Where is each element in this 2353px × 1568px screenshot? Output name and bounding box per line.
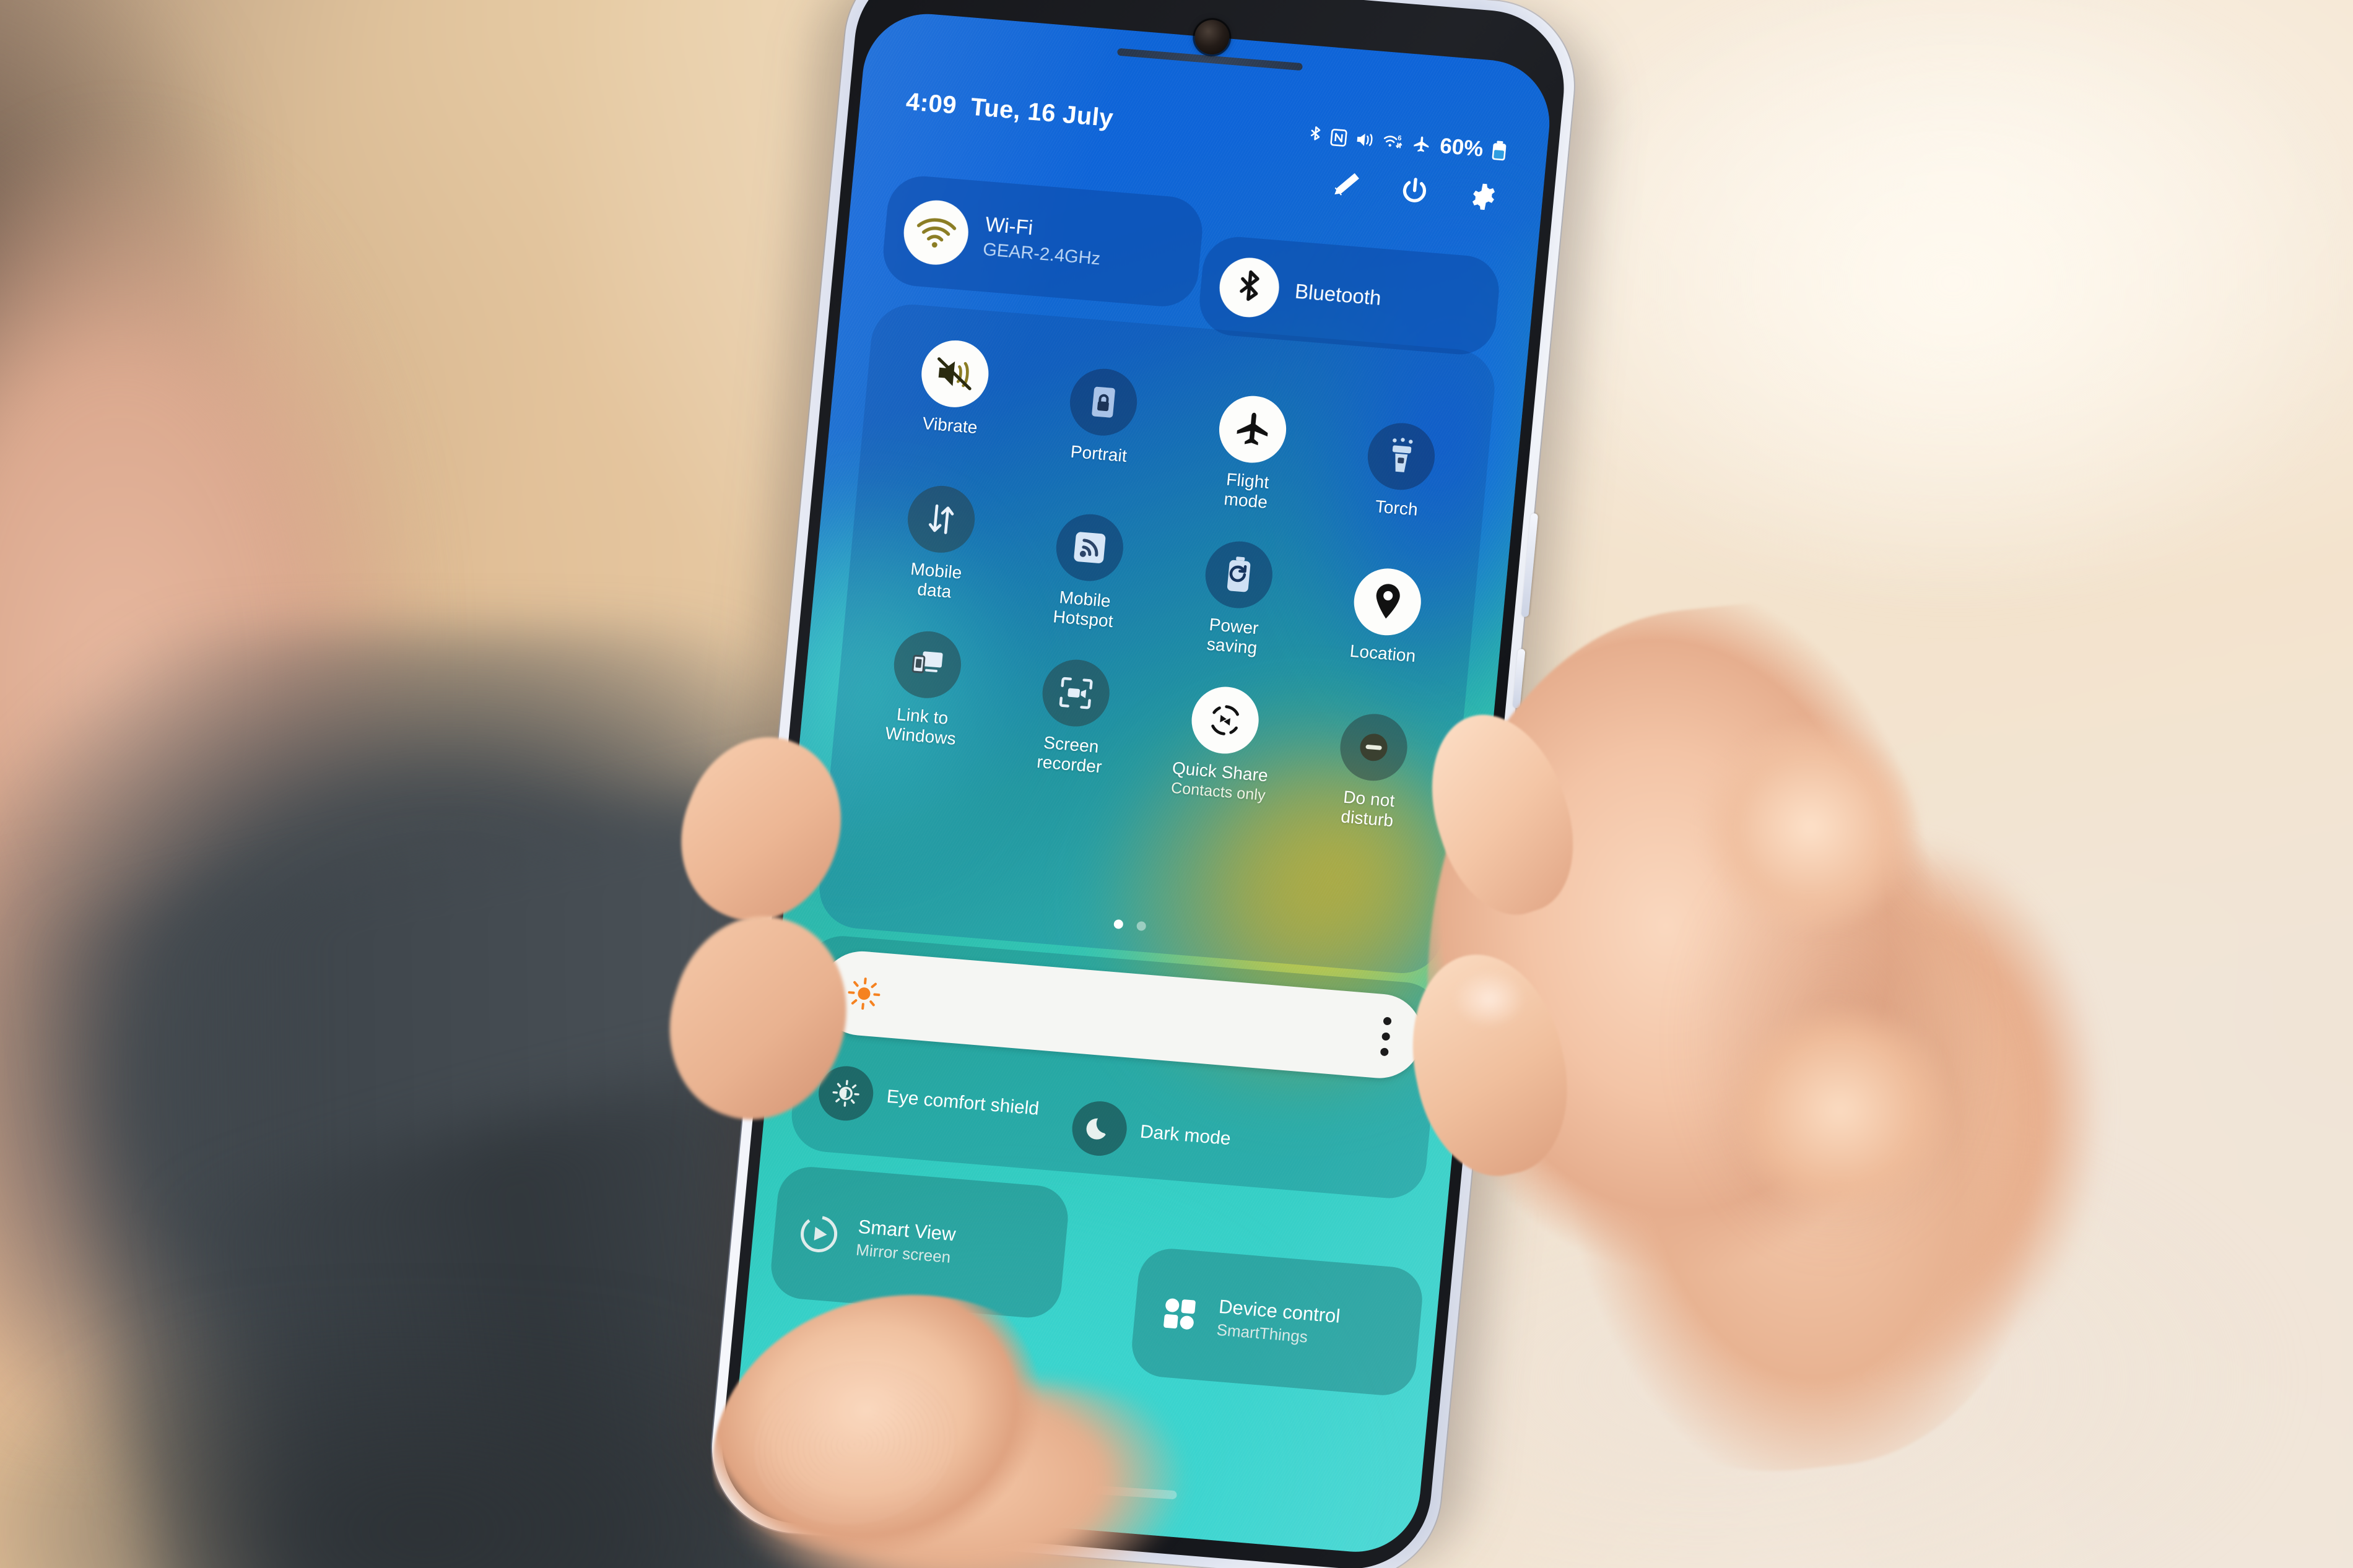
bluetooth-icon	[1217, 255, 1282, 320]
device-control-text: Device control SmartThings	[1216, 1295, 1341, 1349]
qs-label-link-to-windows: Link to Windows	[884, 704, 957, 748]
qs-tile-power-saving[interactable]: Power saving	[1157, 535, 1317, 657]
battery-icon	[1490, 139, 1508, 162]
rotation-lock-icon	[1067, 366, 1141, 438]
power-icon[interactable]	[1398, 175, 1432, 208]
wifi-tile[interactable]: Wi-Fi GEAR-2.4GHz	[880, 173, 1206, 310]
qs-label-location: Location	[1349, 641, 1417, 666]
qs-tile-flight-mode[interactable]: Flight mode	[1170, 390, 1331, 512]
qs-tile-torch[interactable]: Torch	[1320, 417, 1479, 524]
bluetooth-title: Bluetooth	[1294, 279, 1383, 310]
hotspot-icon	[1053, 511, 1127, 584]
qs-label-screen-recorder: Screen recorder	[1036, 732, 1103, 777]
status-date: Tue, 16 July	[969, 93, 1115, 132]
device-control-icon	[1154, 1289, 1206, 1340]
panel-header-actions	[1328, 169, 1500, 214]
settings-gear-icon[interactable]	[1467, 180, 1501, 214]
qs-tile-quick-share[interactable]: Quick Share Contacts only	[1142, 681, 1303, 804]
qs-tile-vibrate[interactable]: Vibrate	[869, 334, 1033, 487]
eye-comfort-icon	[816, 1063, 876, 1123]
qs-tile-mobile-data[interactable]: Mobile data	[856, 480, 1019, 633]
smart-view-card[interactable]: Smart View Mirror screen	[768, 1164, 1071, 1320]
smartphone: 4:09 Tue, 16 July 6 60% Wi-Fi GEAR-2.4GH…	[681, 0, 1606, 1568]
link-windows-icon	[890, 628, 964, 701]
dark-mode-label: Dark mode	[1139, 1121, 1232, 1150]
qs-label-portrait: Portrait	[1069, 441, 1128, 466]
moon-icon	[1069, 1099, 1129, 1158]
power-saving-icon	[1202, 539, 1276, 611]
status-bar: 4:09 Tue, 16 July 6 60%	[905, 88, 1508, 165]
wifi-tile-text: Wi-Fi GEAR-2.4GHz	[982, 213, 1104, 270]
qs-label-mobile-data: Mobile data	[910, 559, 963, 602]
airplane-icon	[1216, 393, 1289, 466]
dark-mode-toggle[interactable]: Dark mode	[1069, 1099, 1233, 1167]
eye-comfort-toggle[interactable]: Eye comfort shield	[816, 1063, 1042, 1137]
qs-tile-do-not-disturb[interactable]: Do not disturb	[1293, 708, 1452, 830]
qs-label-vibrate: Vibrate	[921, 413, 978, 438]
vibrate-icon	[1355, 130, 1377, 149]
nfc-icon	[1329, 128, 1349, 147]
status-icons: 6 60%	[1307, 123, 1508, 163]
status-time-date: 4:09 Tue, 16 July	[905, 88, 1115, 132]
mobile-data-icon	[904, 483, 978, 556]
flashlight-icon	[1365, 420, 1438, 493]
qs-tile-link-to-windows[interactable]: Link to Windows	[842, 625, 1006, 778]
battery-percent: 60%	[1438, 133, 1485, 162]
phone-screen: 4:09 Tue, 16 July 6 60% Wi-Fi GEAR-2.4GH…	[728, 9, 1555, 1557]
location-pin-icon	[1351, 566, 1424, 638]
home-gesture-bar[interactable]	[972, 1478, 1177, 1500]
wifi6-icon: 6	[1382, 132, 1405, 152]
qs-label-flight-mode: Flight mode	[1223, 469, 1270, 512]
pager-dot-2[interactable]	[1136, 920, 1147, 932]
quick-settings-panel: Vibrate Portrait Flight mode Torch Mobil…	[816, 301, 1498, 977]
qs-label-mobile-hotspot: Mobile Hotspot	[1052, 587, 1115, 631]
status-time: 4:09	[905, 88, 958, 119]
qs-tile-screen-recorder[interactable]: Screen recorder	[993, 654, 1155, 790]
quick-share-icon	[1188, 684, 1262, 756]
quick-settings-grid: Vibrate Portrait Flight mode Torch Mobil…	[816, 301, 1498, 976]
screen-recorder-icon	[1039, 657, 1113, 729]
brightness-panel: Eye comfort shield Dark mode	[788, 933, 1443, 1202]
brightness-sun-icon	[845, 975, 883, 1012]
bluetooth-icon	[1308, 124, 1323, 147]
edit-icon[interactable]	[1328, 169, 1362, 202]
pager-dot-1[interactable]	[1113, 919, 1124, 930]
quick-panel-ui: 4:09 Tue, 16 July 6 60% Wi-Fi GEAR-2.4GH…	[728, 9, 1555, 1557]
bottom-cards: Smart View Mirror screen Device control …	[762, 1164, 1430, 1421]
smart-view-text: Smart View Mirror screen	[855, 1215, 957, 1267]
more-vertical-icon[interactable]	[1380, 1016, 1392, 1057]
vibrate-icon	[918, 337, 991, 410]
airplane-icon	[1411, 134, 1432, 154]
wifi-icon	[900, 197, 972, 267]
svg-text:6: 6	[1398, 134, 1402, 142]
qs-tile-mobile-hotspot[interactable]: Mobile Hotspot	[1006, 508, 1168, 645]
do-not-disturb-icon	[1337, 711, 1411, 784]
qs-label-power-saving: Power saving	[1206, 614, 1259, 658]
eye-comfort-label: Eye comfort shield	[885, 1086, 1040, 1119]
qs-tile-portrait[interactable]: Portrait	[1020, 363, 1182, 500]
smart-view-icon	[793, 1209, 845, 1260]
qs-label-do-not-disturb: Do not disturb	[1340, 787, 1396, 831]
device-control-card[interactable]: Device control SmartThings	[1129, 1246, 1425, 1398]
qs-label-torch: Torch	[1374, 496, 1419, 519]
qs-tile-location[interactable]: Location	[1307, 563, 1466, 670]
